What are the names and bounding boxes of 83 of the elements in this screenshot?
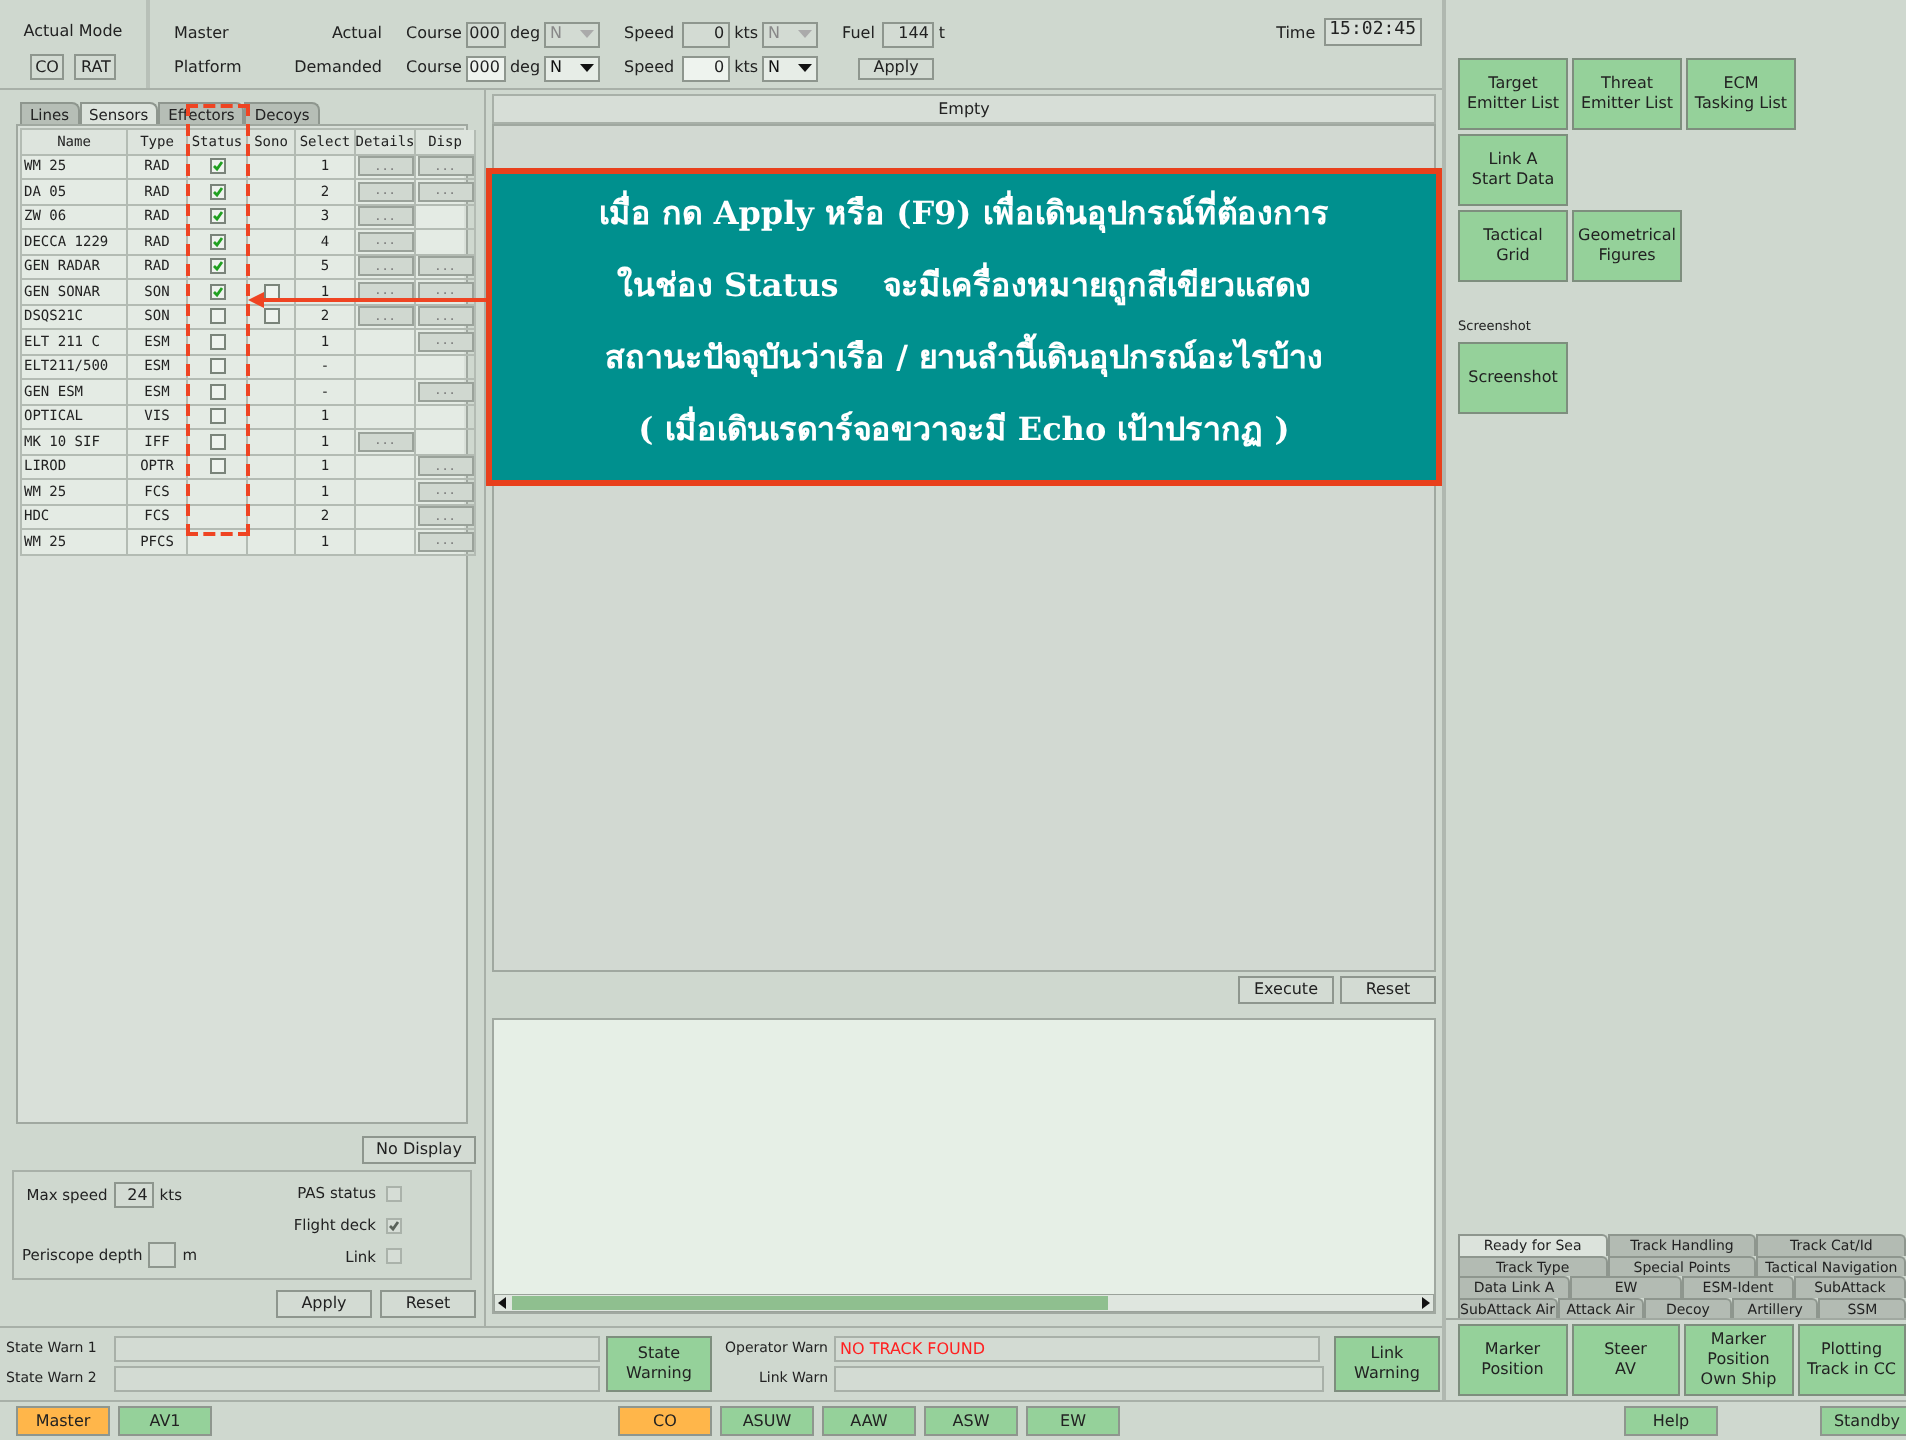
mode-button[interactable]: ASW xyxy=(924,1406,1018,1436)
panel-title: Empty xyxy=(492,94,1436,124)
checkbox[interactable] xyxy=(209,383,225,400)
checkbox[interactable] xyxy=(209,208,225,225)
unit-label: kts xyxy=(734,56,759,80)
role-label: Master xyxy=(174,22,231,46)
mode-field: RAT xyxy=(74,54,117,80)
speed-label: Speed xyxy=(624,56,675,80)
mode-button[interactable]: Master xyxy=(16,1406,110,1436)
checkbox[interactable] xyxy=(209,333,225,350)
reset-button[interactable]: Reset xyxy=(380,1290,476,1318)
function-button[interactable]: Marker Position Own Ship xyxy=(1684,1324,1793,1396)
function-button[interactable]: Link A Start Data xyxy=(1458,134,1568,206)
checkbox[interactable] xyxy=(209,258,225,275)
function-button[interactable]: Geometrical Figures xyxy=(1572,210,1682,282)
mode-button[interactable]: EW xyxy=(1026,1406,1120,1436)
state-warning-button[interactable]: State Warning xyxy=(606,1336,712,1392)
no-display-button[interactable]: No Display xyxy=(362,1136,476,1164)
mode-button[interactable]: AV1 xyxy=(118,1406,212,1436)
time-field: 15:02:45 xyxy=(1323,18,1422,46)
dropdown[interactable]: N xyxy=(762,55,819,81)
mode-label: Actual xyxy=(329,22,382,46)
unit-label: deg xyxy=(509,56,541,80)
function-button[interactable]: Tactical Grid xyxy=(1458,210,1568,282)
checkbox[interactable] xyxy=(263,283,279,300)
mode-label: Actual Mode xyxy=(23,20,123,44)
mode-button[interactable]: ASUW xyxy=(720,1406,814,1436)
speed-field[interactable]: 0 xyxy=(682,55,731,81)
max-speed-field[interactable]: 24 xyxy=(113,1182,154,1208)
course-field[interactable]: 000 xyxy=(465,55,506,81)
mode-button[interactable]: Standby xyxy=(1820,1406,1906,1436)
function-button[interactable]: Steer AV xyxy=(1571,1324,1680,1396)
checkbox[interactable] xyxy=(209,283,225,300)
checkbox[interactable] xyxy=(263,308,279,325)
caret-icon xyxy=(798,30,813,38)
unit-label: t xyxy=(938,22,946,46)
apply-button[interactable]: Apply xyxy=(858,57,935,79)
checkbox[interactable] xyxy=(386,1185,402,1202)
checkbox[interactable] xyxy=(209,233,225,250)
checkbox[interactable] xyxy=(209,433,225,450)
checkbox[interactable] xyxy=(386,1248,402,1265)
mode-button[interactable]: CO xyxy=(618,1406,712,1436)
checkbox[interactable] xyxy=(209,408,225,425)
checkbox[interactable] xyxy=(209,183,225,200)
link-warning-button[interactable]: Link Warning xyxy=(1334,1336,1440,1392)
table-cell xyxy=(188,530,248,555)
mode-button[interactable]: Help xyxy=(1624,1406,1718,1436)
callout-text: เมื่อ กด Apply หรือ (F9) เพื่อเดินอุปกรณ์ที่ต้องการ ในช่อง Status จะมีเครื่องหมายถูกสีเขียวแสดง สถานะปัจจุบันว่าเรือ / ยานลำนี้เดินอุปกรณ์อะไรบ้าง ( เมื่อเดินเรดาร์จอขวาจะมี Echo เป้าปรากฏ ) xyxy=(486,168,1442,486)
checkbox[interactable] xyxy=(386,1217,402,1233)
course-label: Course xyxy=(406,22,462,46)
time-label: Time xyxy=(1276,22,1316,46)
operator-warn-field: NO TRACK FOUND xyxy=(834,1336,1320,1362)
caret-icon xyxy=(580,64,595,72)
function-button[interactable]: Plotting Track in CC xyxy=(1797,1324,1906,1396)
checkbox[interactable] xyxy=(209,308,225,325)
horizontal-scrollbar[interactable] xyxy=(494,1294,1434,1312)
function-button[interactable]: ECM Tasking List xyxy=(1686,58,1796,130)
dropdown[interactable]: N xyxy=(544,55,601,81)
function-button[interactable]: Threat Emitter List xyxy=(1572,58,1682,130)
mode-label: Demanded xyxy=(292,56,382,80)
checkbox[interactable] xyxy=(209,358,225,375)
role-label: Platform xyxy=(174,56,244,80)
caret-icon xyxy=(798,64,813,72)
periscope-field[interactable] xyxy=(148,1242,177,1268)
apply-button[interactable]: Apply xyxy=(276,1290,372,1318)
checkbox[interactable] xyxy=(209,458,225,475)
fuel-label: Fuel xyxy=(842,22,875,46)
function-button[interactable]: Target Emitter List xyxy=(1458,58,1568,130)
check-icon xyxy=(388,1219,400,1231)
unit-label: deg xyxy=(509,22,541,46)
course-label: Course xyxy=(406,56,462,80)
screenshot-button[interactable]: Screenshot xyxy=(1458,341,1568,414)
execute-button[interactable]: Execute xyxy=(1238,976,1334,1004)
mode-button[interactable]: AAW xyxy=(822,1406,916,1436)
unit-label: kts xyxy=(734,22,759,46)
caret-icon xyxy=(580,30,595,38)
reset-button[interactable]: Reset xyxy=(1340,976,1436,1004)
speed-label: Speed xyxy=(624,22,675,46)
table-cell xyxy=(248,530,296,555)
checkbox[interactable] xyxy=(209,158,225,175)
function-button[interactable]: Marker Position xyxy=(1458,1324,1567,1396)
fuel-field[interactable]: 144 xyxy=(882,21,935,47)
mode-field: CO xyxy=(29,54,65,80)
